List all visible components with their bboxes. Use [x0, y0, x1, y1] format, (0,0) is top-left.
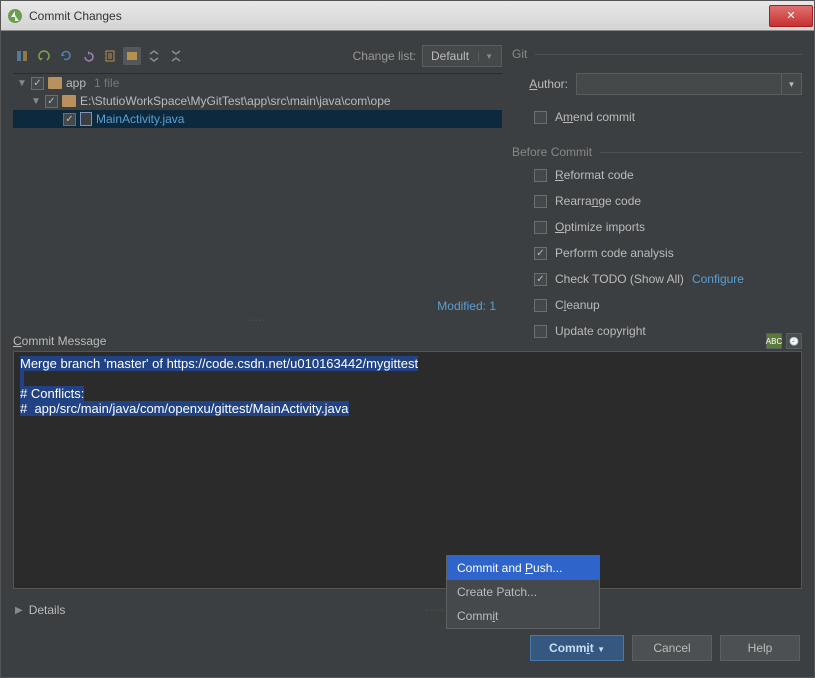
help-button[interactable]: Help: [720, 635, 800, 661]
folder-icon: [62, 95, 76, 107]
amend-label: Amend commit: [555, 110, 635, 124]
cancel-button[interactable]: Cancel: [632, 635, 712, 661]
tree-checkbox[interactable]: [63, 113, 76, 126]
group-icon[interactable]: [123, 47, 141, 65]
commit-button[interactable]: Commit ▼: [530, 635, 624, 661]
file-tree[interactable]: ▼ app 1 file ▼ E:\StutioWorkSpace\MyGitT…: [13, 73, 502, 295]
cleanup-label: Cleanup: [555, 298, 600, 312]
changelist-value: Default: [431, 49, 469, 63]
expand-icon[interactable]: [145, 47, 163, 65]
chevron-right-icon: ▶: [15, 605, 23, 616]
author-label: Author:: [512, 77, 568, 91]
tree-checkbox[interactable]: [45, 95, 58, 108]
folder-icon: [48, 77, 62, 89]
tree-file-label: MainActivity.java: [96, 112, 184, 126]
commit-message-textarea[interactable]: Merge branch 'master' of https://code.cs…: [13, 351, 802, 589]
optimize-checkbox[interactable]: [534, 221, 547, 234]
tree-file-row[interactable]: MainActivity.java: [13, 110, 502, 128]
commit-item[interactable]: Commit: [447, 604, 599, 628]
commit-popup-menu: Commit and Push... Create Patch... Commi…: [446, 555, 600, 629]
cleanup-checkbox[interactable]: [534, 299, 547, 312]
rearrange-label: Rearrange code: [555, 194, 641, 208]
splitter-handle[interactable]: ●●●●●: [13, 317, 502, 323]
tree-root-label: app: [66, 76, 86, 90]
details-label: Details: [29, 603, 66, 617]
rearrange-checkbox[interactable]: [534, 195, 547, 208]
amend-checkbox[interactable]: [534, 111, 547, 124]
analysis-checkbox[interactable]: [534, 247, 547, 260]
spellcheck-icon[interactable]: ABC: [766, 333, 782, 349]
tree-arrow-icon[interactable]: ▼: [31, 96, 41, 107]
undo-icon[interactable]: [79, 47, 97, 65]
configure-link[interactable]: Configure: [692, 272, 744, 286]
file-icon: [80, 112, 92, 126]
analysis-label: Perform code analysis: [555, 246, 674, 260]
details-toggle[interactable]: ▶ Details ●●●●●: [13, 597, 802, 623]
modified-status: Modified: 1: [13, 295, 502, 317]
toolbar: Change list: Default ▼: [13, 43, 502, 73]
tree-arrow-icon[interactable]: ▼: [17, 78, 27, 89]
splitter-dots: ●●●●●: [426, 608, 445, 612]
commit-and-push-item[interactable]: Commit and Push...: [447, 556, 599, 580]
close-button[interactable]: ✕: [769, 5, 813, 27]
git-section-title: Git: [512, 47, 802, 61]
app-icon: [7, 8, 23, 24]
todo-checkbox[interactable]: [534, 273, 547, 286]
tree-checkbox[interactable]: [31, 77, 44, 90]
optimize-label: Optimize imports: [555, 220, 645, 234]
titlebar: Commit Changes ✕: [1, 1, 814, 31]
chevron-down-icon: ▼: [781, 74, 801, 94]
reformat-label: Reformat code: [555, 168, 634, 182]
changelist-label: Change list:: [353, 49, 416, 63]
todo-label: Check TODO (Show All): [555, 272, 684, 286]
tree-path-row[interactable]: ▼ E:\StutioWorkSpace\MyGitTest\app\src\m…: [13, 92, 502, 110]
collapse-icon[interactable]: [167, 47, 185, 65]
chevron-down-icon: ▼: [478, 52, 493, 61]
tree-root-row[interactable]: ▼ app 1 file: [13, 74, 502, 92]
create-patch-item[interactable]: Create Patch...: [447, 580, 599, 604]
author-input[interactable]: ▼: [576, 73, 802, 95]
reformat-checkbox[interactable]: [534, 169, 547, 182]
history-icon[interactable]: 🕘: [786, 333, 802, 349]
msg-line: # app/src/main/java/com/openxu/gittest/M…: [20, 401, 349, 416]
revert-icon[interactable]: [35, 47, 53, 65]
msg-line: Merge branch 'master' of https://code.cs…: [20, 356, 418, 371]
tree-path-label: E:\StutioWorkSpace\MyGitTest\app\src\mai…: [80, 94, 391, 108]
before-section-title: Before Commit: [512, 145, 802, 159]
msg-line: [20, 371, 24, 386]
window-title: Commit Changes: [29, 9, 122, 23]
changelist-dropdown[interactable]: Default ▼: [422, 45, 502, 67]
commit-message-label: Commit Message: [13, 334, 106, 348]
refresh-icon[interactable]: [57, 47, 75, 65]
msg-line: # Conflicts:: [20, 386, 84, 401]
file-count: 1 file: [94, 76, 119, 90]
changelist-icon[interactable]: [101, 47, 119, 65]
diff-icon[interactable]: [13, 47, 31, 65]
